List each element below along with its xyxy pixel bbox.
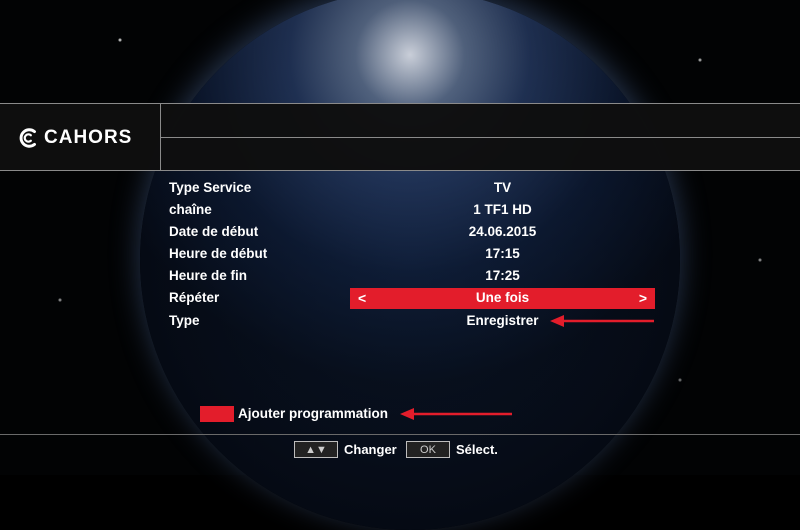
footer-divider [0,434,800,435]
red-arrow-icon [400,408,512,420]
chevron-right-icon[interactable]: > [639,290,647,306]
red-key-button[interactable] [200,406,234,422]
row-label: Date de début [169,224,259,239]
select-hint: Sélect. [456,442,498,457]
row-label: Heure de fin [169,268,248,283]
row-value: 24.06.2015 [468,224,537,239]
change-hint: Changer [344,442,397,457]
header-line [160,137,800,138]
brand-logo: CAHORS [18,126,132,150]
row-end-time: Heure de fin 17:25 [0,266,800,287]
row-start-date: Date de début 24.06.2015 [0,222,800,243]
row-value: 17:15 [485,246,520,261]
row-repeat: Répéter < Une fois > [0,288,800,309]
row-type-service: Type Service TV [0,178,800,199]
row-value: TV [493,180,512,195]
footer-hints: ▲▼ Changer OK Sélect. [0,440,800,462]
row-value: 1 TF1 HD [473,202,532,217]
row-label: chaîne [169,202,212,217]
row-label: Type [169,313,200,328]
add-schedule-label[interactable]: Ajouter programmation [238,406,388,421]
up-down-key-icon: ▲▼ [294,441,338,458]
header-band: CAHORS [0,103,800,171]
row-label: Type Service [169,180,252,195]
row-label: Heure de début [169,246,268,261]
row-label: Répéter [169,290,220,305]
repeat-selector-value: Une fois [475,290,530,305]
brand-name: CAHORS [44,127,133,148]
row-value: 17:25 [485,268,520,283]
cahors-logo-icon [19,128,36,148]
row-channel: chaîne 1 TF1 HD [0,200,800,221]
repeat-selector[interactable]: < Une fois > [350,288,655,309]
row-start-time: Heure de début 17:15 [0,244,800,265]
ok-key-icon: OK [406,441,450,458]
row-type: Type Enregistrer [0,311,800,332]
red-arrow-icon [550,315,654,327]
